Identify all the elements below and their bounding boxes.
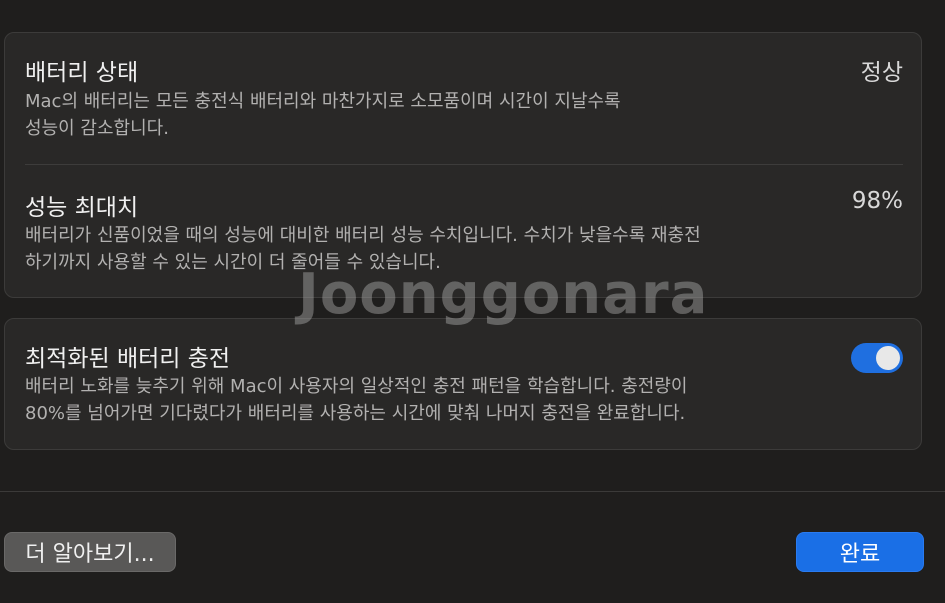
battery-health-description-line: 성능이 감소합니다.	[25, 118, 169, 139]
toggle-knob	[876, 346, 900, 370]
optimized-charging-toggle[interactable]	[851, 343, 903, 373]
optimized-charging-title: 최적화된 배터리 충전	[25, 346, 231, 372]
battery-settings-sheet: 배터리 상태 정상 Mac의 배터리는 모든 충전식 배터리와 마찬가지로 소모…	[0, 0, 945, 603]
max-capacity-value: 98%	[851, 188, 903, 214]
battery-info-card: 배터리 상태 정상 Mac의 배터리는 모든 충전식 배터리와 마찬가지로 소모…	[4, 32, 922, 298]
max-capacity-description-line: 하기까지 사용할 수 있는 시간이 더 줄어들 수 있습니다.	[25, 252, 441, 273]
max-capacity-title: 성능 최대치	[25, 195, 139, 221]
battery-health-title: 배터리 상태	[25, 60, 139, 86]
battery-health-value: 정상	[860, 60, 903, 86]
max-capacity-description-line: 배터리가 신품이었을 때의 성능에 대비한 배터리 성능 수치입니다. 수치가 …	[25, 225, 701, 246]
footer-divider	[0, 491, 945, 492]
optimized-charging-description-line: 80%를 넘어가면 기다렸다가 배터리를 사용하는 시간에 맞춰 나머지 충전을…	[25, 403, 686, 424]
optimized-charging-description: 배터리 노화를 늦추기 위해 Mac이 사용자의 일상적인 충전 패턴을 학습합…	[25, 373, 825, 427]
optimized-charging-description-line: 배터리 노화를 늦추기 위해 Mac이 사용자의 일상적인 충전 패턴을 학습합…	[25, 376, 688, 397]
learn-more-button[interactable]: 더 알아보기...	[4, 532, 176, 572]
done-button[interactable]: 완료	[796, 532, 924, 572]
max-capacity-description: 배터리가 신품이었을 때의 성능에 대비한 배터리 성능 수치입니다. 수치가 …	[25, 222, 825, 276]
battery-health-description: Mac의 배터리는 모든 충전식 배터리와 마찬가지로 소모품이며 시간이 지날…	[25, 88, 825, 142]
optimized-charging-card: 최적화된 배터리 충전 배터리 노화를 늦추기 위해 Mac이 사용자의 일상적…	[4, 318, 922, 450]
battery-health-description-line: Mac의 배터리는 모든 충전식 배터리와 마찬가지로 소모품이며 시간이 지날…	[25, 91, 621, 112]
row-divider	[25, 164, 903, 165]
